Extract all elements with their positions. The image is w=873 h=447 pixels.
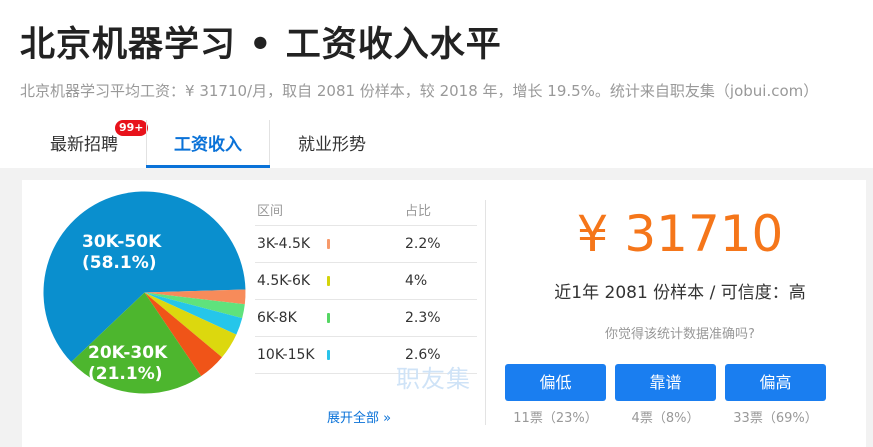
salary-range-table: 区间 占比 3K-4.5K 2.2% 4.5K-6K 4% 6K-8K 2.3%… [255,200,477,374]
vote-low: 偏低 11票（23%） [505,364,615,426]
row-range: 6K-8K [257,310,297,326]
expand-all-link[interactable]: 展开全部 » [327,407,391,426]
table-row: 6K-8K 2.3% [255,300,477,337]
vote-low-count: 11票（23%） [513,411,598,426]
row-share: 4% [405,273,428,289]
vote-accurate-button[interactable]: 靠谱 [615,364,716,401]
vertical-divider [485,200,486,425]
header-share: 占比 [405,204,432,219]
row-color-bar [327,239,330,249]
tab-salary[interactable]: 工资收入 [146,120,270,168]
jobui-watermark: 职友集 [396,365,471,393]
table-row: 4.5K-6K 4% [255,263,477,300]
tab-latest-jobs[interactable]: 最新招聘 99+ [22,120,148,168]
tab-bar: 最新招聘 99+ 工资收入 就业形势 [22,120,394,168]
tab-employment-label: 就业形势 [298,135,366,155]
salary-pie-chart: 30K-50K (58.1%) 20K-30K (21.1%) [42,190,247,395]
pie-label-second: 20K-30K (21.1%) [88,343,167,385]
pie-label-main-percent: (58.1%) [82,253,157,273]
vote-accurate-count: 4票（8%） [631,411,700,426]
row-color-bar [327,313,330,323]
vote-high: 偏高 33票（69%） [725,364,835,426]
row-color-bar [327,350,330,360]
tab-employment[interactable]: 就业形势 [270,120,394,168]
table-row: 3K-4.5K 2.2% [255,226,477,263]
vote-accurate: 靠谱 4票（8%） [615,364,725,426]
row-share: 2.3% [405,310,441,326]
pie-label-main-range: 30K-50K [82,232,162,252]
page-title: 北京机器学习 • 工资收入水平 [20,25,502,65]
row-range: 4.5K-6K [257,273,311,289]
row-share: 2.2% [405,236,441,252]
average-salary: ¥ 31710 [576,205,784,263]
table-header: 区间 占比 [255,200,477,226]
pie-label-main: 30K-50K (58.1%) [82,232,161,274]
header-range: 区间 [257,204,284,219]
row-color-bar [327,276,330,286]
row-range: 3K-4.5K [257,236,311,252]
salary-panel: 30K-50K (58.1%) 20K-30K (21.1%) 区间 占比 3K… [22,180,866,447]
pie-label-second-percent: (21.1%) [88,364,163,384]
vote-high-count: 33票（69%） [733,411,818,426]
vote-group: 偏低 11票（23%） 靠谱 4票（8%） 偏高 33票（69%） [505,364,835,426]
page-subtitle: 北京机器学习平均工资：¥ 31710/月，取自 2081 份样本，较 2018 … [20,82,819,100]
vote-high-button[interactable]: 偏高 [725,364,826,401]
tab-latest-jobs-label: 最新招聘 [50,135,118,155]
sample-info: 近1年 2081 份样本 / 可信度：高 [554,283,806,303]
pie-label-second-range: 20K-30K [88,343,168,363]
row-range: 10K-15K [257,347,315,363]
vote-low-button[interactable]: 偏低 [505,364,606,401]
accuracy-question: 你觉得该统计数据准确吗? [605,327,755,342]
new-jobs-badge: 99+ [115,120,148,136]
tab-salary-label: 工资收入 [174,135,242,155]
